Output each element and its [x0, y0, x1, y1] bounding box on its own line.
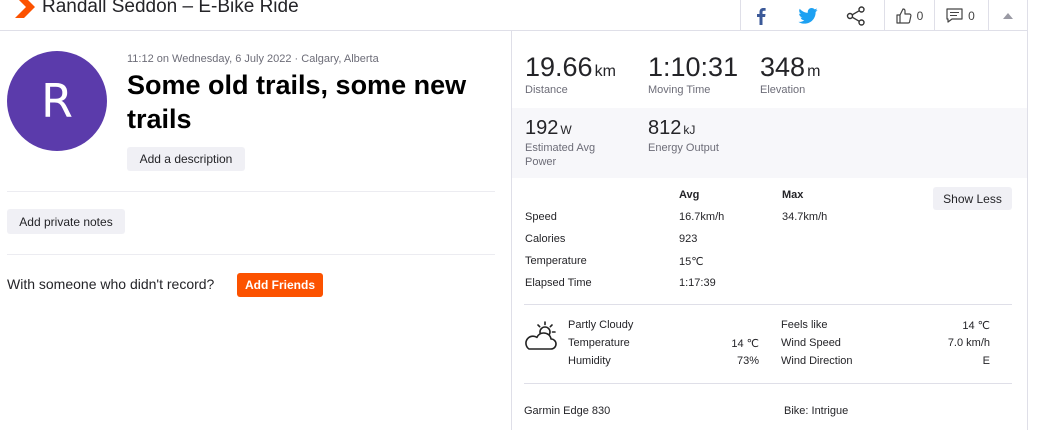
weather-wind-direction-label: Wind Direction — [781, 355, 853, 367]
collapse-header-button[interactable] — [988, 0, 1027, 31]
divider — [7, 254, 495, 255]
weather-temperature-value: 14 ℃ — [731, 338, 759, 350]
stat-elevation: 348 m Elevation — [760, 52, 820, 96]
weather-condition: Partly Cloudy — [568, 319, 634, 331]
kudos-count: 0 — [916, 8, 924, 23]
distance-unit: km — [594, 63, 616, 80]
moving-time-value: 1:10:31 — [648, 52, 739, 82]
temperature-avg: 15℃ — [679, 256, 704, 268]
weather-feels-like-label: Feels like — [781, 319, 828, 331]
add-friends-button[interactable]: Add Friends — [237, 273, 323, 297]
comment-icon — [946, 8, 963, 23]
comments-button[interactable]: 0 — [934, 0, 986, 31]
energy-label: Energy Output — [648, 142, 719, 154]
facebook-share-button[interactable] — [740, 0, 780, 31]
power-unit: W — [560, 123, 572, 137]
stat-distance: 19.66 km Distance — [525, 52, 616, 96]
facebook-icon — [756, 7, 766, 25]
thumbs-up-icon — [896, 7, 912, 24]
weather-humidity-label: Humidity — [568, 355, 611, 367]
twitter-icon — [798, 7, 818, 24]
activity-meta: 11:12 on Wednesday, 6 July 2022 · Calgar… — [127, 53, 379, 65]
weather-feels-like-value: 14 ℃ — [962, 320, 990, 332]
row-label-temperature: Temperature — [525, 255, 587, 267]
moving-time-label: Moving Time — [648, 84, 711, 96]
page-right-border — [1027, 0, 1028, 430]
divider — [7, 191, 495, 192]
bike-name[interactable]: Bike: Intrigue — [784, 405, 848, 417]
elapsed-time-avg: 1:17:39 — [679, 277, 716, 289]
elevation-label: Elevation — [760, 84, 806, 96]
weather-wind-direction-value: E — [982, 355, 990, 367]
add-description-button[interactable]: Add a description — [127, 147, 245, 171]
power-label: Estimated Avg Power — [525, 142, 596, 168]
stat-moving-time: 1:10:31 Moving Time — [648, 52, 738, 96]
distance-value: 19.66 — [525, 52, 593, 82]
row-label-speed: Speed — [525, 211, 557, 223]
energy-value: 812 — [648, 117, 682, 139]
header-title: Randall Seddon – E-Bike Ride — [42, 0, 299, 17]
activity-header: Randall Seddon – E-Bike Ride 0 0 — [0, 0, 1028, 31]
divider — [524, 304, 1012, 305]
collapse-up-icon — [1003, 13, 1013, 19]
add-private-notes-button[interactable]: Add private notes — [7, 209, 125, 234]
strava-chevron-icon — [15, 0, 35, 18]
power-value: 192 — [525, 117, 559, 139]
weather-humidity-value: 73% — [736, 355, 759, 367]
row-label-calories: Calories — [525, 233, 566, 245]
athlete-avatar[interactable]: R — [7, 51, 107, 151]
partly-cloudy-icon — [525, 321, 557, 350]
energy-unit: kJ — [683, 123, 696, 137]
activity-title: Some old trails, some new trails — [127, 70, 467, 134]
row-label-elapsed-time: Elapsed Time — [525, 277, 592, 289]
weather-wind-speed-value: 7.0 km/h — [947, 337, 990, 349]
kudos-button[interactable]: 0 — [884, 0, 934, 31]
divider — [524, 383, 1012, 384]
calories-avg: 923 — [679, 233, 698, 245]
friends-question: With someone who didn't record? — [7, 276, 215, 292]
elevation-unit: m — [807, 63, 821, 80]
device-name: Garmin Edge 830 — [524, 405, 611, 417]
speed-avg: 16.7km/h — [679, 211, 725, 223]
elevation-value: 348 — [760, 52, 806, 82]
column-header-avg: Avg — [679, 189, 700, 201]
show-less-button[interactable]: Show Less — [933, 187, 1012, 210]
stats-panel-border — [511, 31, 512, 430]
stat-energy: 812 kJ Energy Output — [648, 117, 738, 155]
stat-power: 192 W Estimated Avg Power — [525, 117, 615, 169]
share-icon — [846, 5, 865, 26]
twitter-share-button[interactable] — [787, 0, 829, 31]
share-button[interactable] — [835, 0, 877, 31]
distance-label: Distance — [525, 84, 568, 96]
speed-max: 34.7km/h — [782, 211, 828, 223]
weather-wind-speed-label: Wind Speed — [781, 337, 841, 349]
comments-count: 0 — [968, 8, 975, 23]
weather-temperature-label: Temperature — [568, 337, 630, 349]
column-header-max: Max — [782, 189, 804, 201]
